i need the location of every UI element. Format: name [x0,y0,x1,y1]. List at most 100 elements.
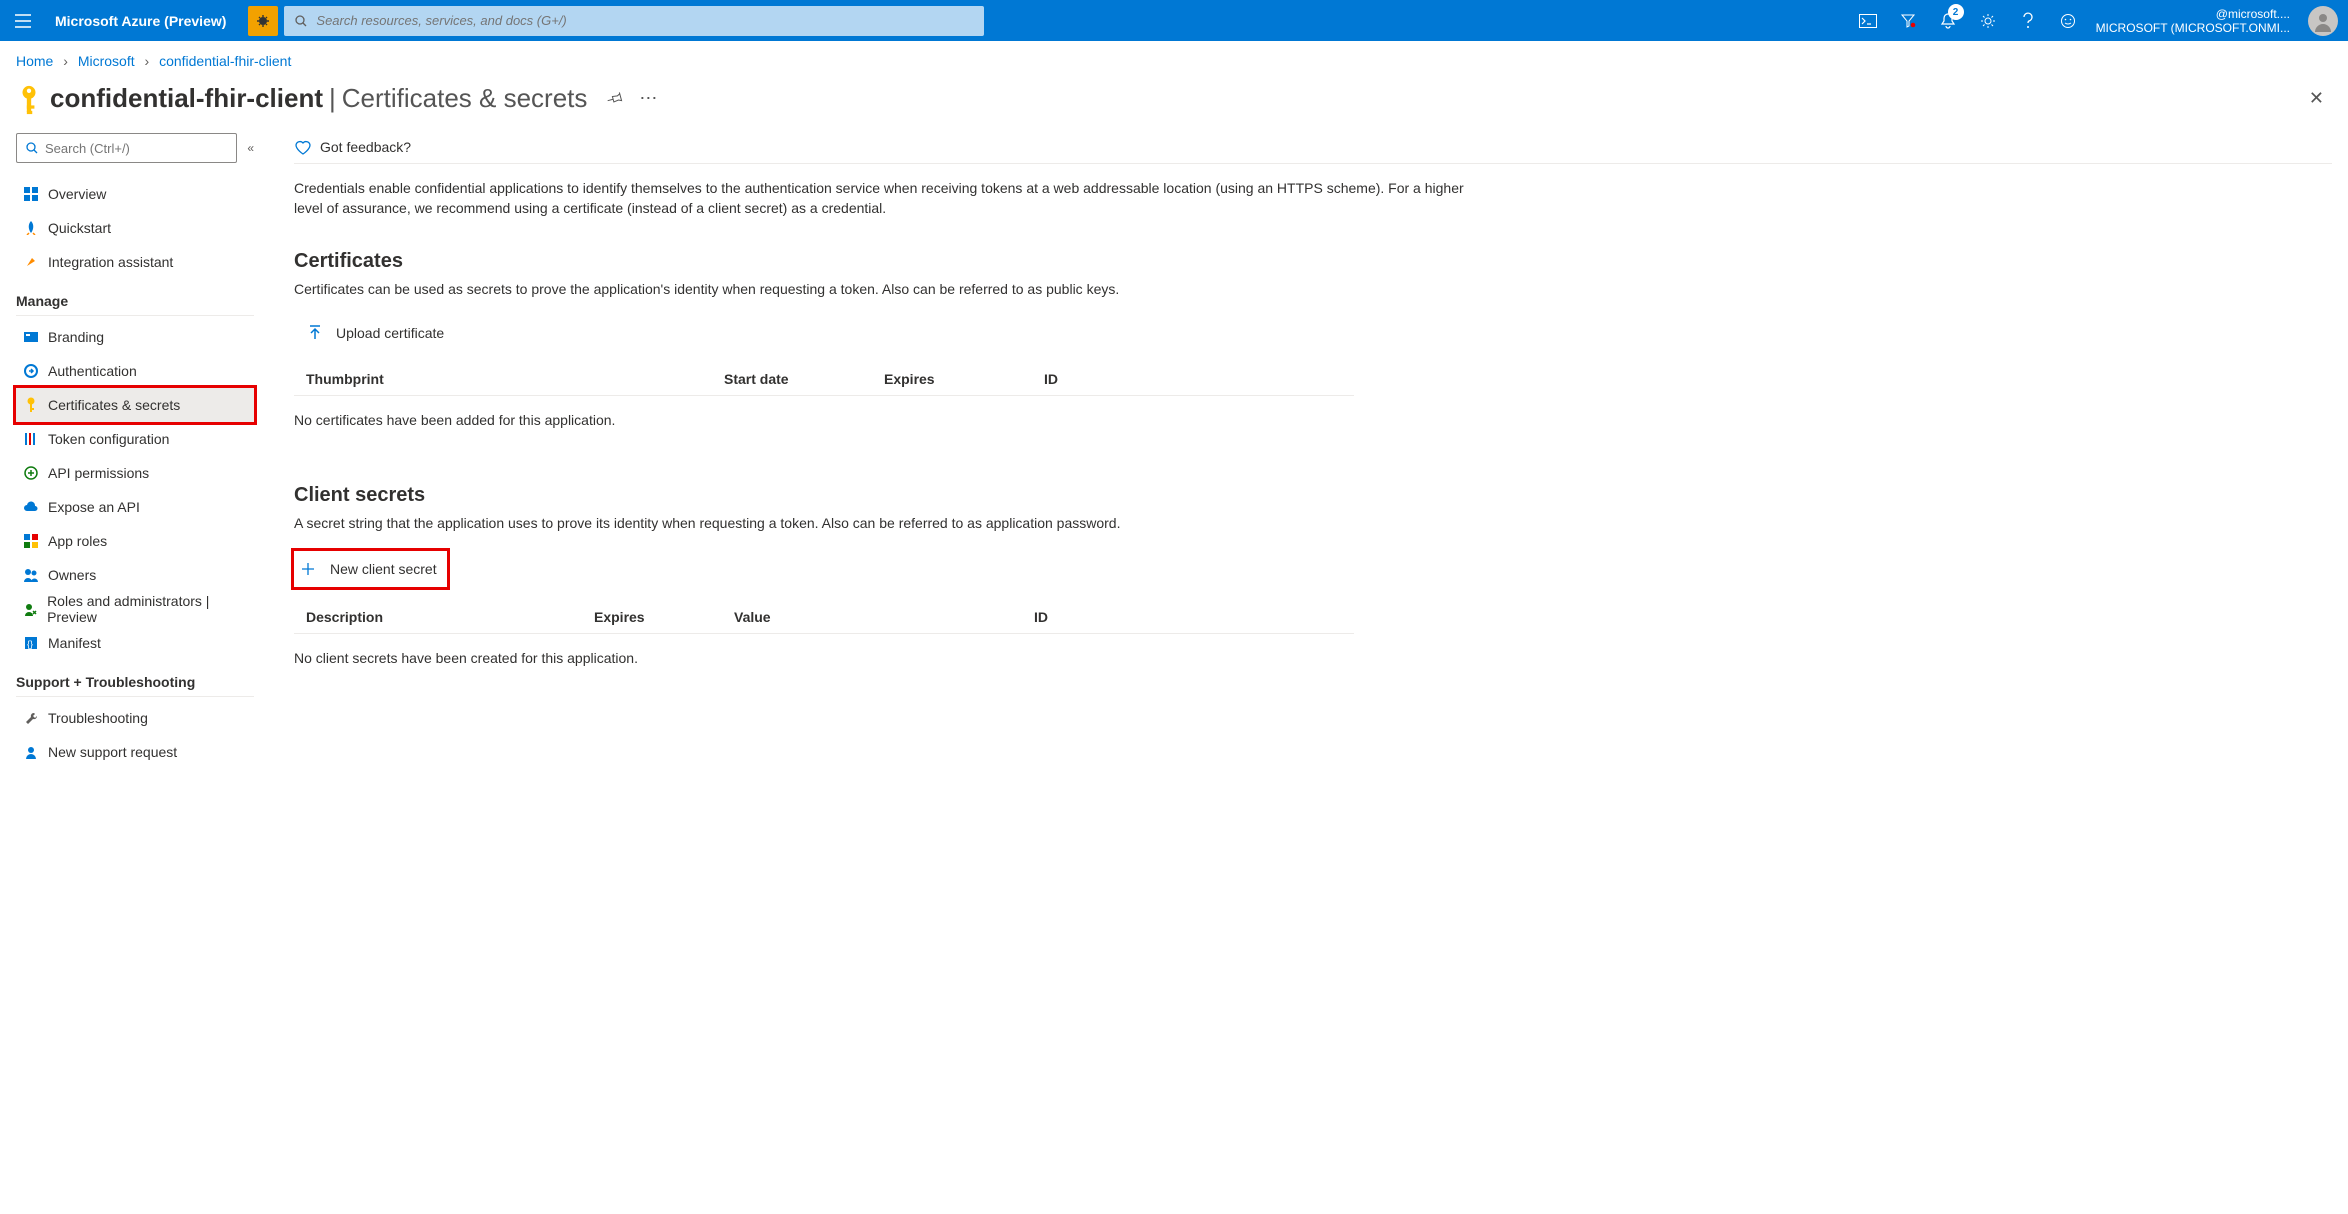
preview-bug-icon[interactable] [248,6,278,36]
global-search[interactable] [284,6,984,36]
nav-new-support-request[interactable]: New support request [16,735,254,769]
resource-sidebar: « Overview Quickstart Integration assist… [0,123,270,789]
search-icon [25,141,39,155]
nav-label: Expose an API [48,499,140,515]
cloudshell-icon [1859,14,1877,28]
svg-text:{}: {} [27,639,33,649]
nav-label: Manifest [48,635,101,651]
certificates-empty-msg: No certificates have been added for this… [294,396,2332,444]
notification-badge: 2 [1948,4,1964,20]
close-blade-button[interactable]: ✕ [2301,80,2332,117]
secrets-table-header: Description Expires Value ID [294,601,1354,634]
nav-label: Branding [48,329,104,345]
top-bar: Microsoft Azure (Preview) 2 @microsoft..… [0,0,2348,41]
breadcrumb: Home › Microsoft › confidential-fhir-cli… [0,41,2348,73]
sidebar-search[interactable] [16,133,237,163]
nav-integration-assistant[interactable]: Integration assistant [16,245,254,279]
secrets-empty-msg: No client secrets have been created for … [294,634,2332,682]
directory-filter-button[interactable] [1888,0,1928,41]
feedback-bar[interactable]: Got feedback? [294,123,2332,164]
nav-owners[interactable]: Owners [16,558,254,592]
col-id: ID [1034,609,1354,625]
notifications-button[interactable]: 2 [1928,0,1968,41]
nav-branding[interactable]: Branding [16,320,254,354]
nav-label: Certificates & secrets [48,397,180,413]
nav-label: Integration assistant [48,254,173,270]
page-title: confidential-fhir-client [50,83,323,114]
nav-roles-admins[interactable]: Roles and administrators | Preview [16,592,254,626]
smile-icon [2060,13,2076,29]
nav-certificates-secrets[interactable]: Certificates & secrets [16,388,254,422]
topbar-icon-group: 2 @microsoft.... MICROSOFT (MICROSOFT.ON… [1848,0,2348,41]
admin-icon [24,602,38,616]
col-thumbprint: Thumbprint [294,371,724,387]
page-subtitle: Certificates & secrets [342,83,588,114]
certificates-table-header: Thumbprint Start date Expires ID [294,363,1354,396]
global-search-input[interactable] [316,13,974,28]
nav-manifest[interactable]: {} Manifest [16,626,254,660]
filter-icon [1900,13,1916,29]
nav-label: New support request [48,744,177,760]
main-content: Got feedback? Credentials enable confide… [270,123,2348,789]
hamburger-menu-button[interactable] [0,0,45,41]
col-expires: Expires [594,609,734,625]
gear-icon [1980,13,1996,29]
feedback-button[interactable] [2048,0,2088,41]
nav-label: Token configuration [48,431,169,447]
nav-label: App roles [48,533,107,549]
cloud-icon [23,501,39,513]
nav-section-support: Support + Troubleshooting [16,674,254,690]
help-button[interactable] [2008,0,2048,41]
more-menu-button[interactable]: ⋯ [639,88,657,109]
nav-token-configuration[interactable]: Token configuration [16,422,254,456]
wrench-icon [24,711,38,725]
avatar-button[interactable] [2308,6,2338,36]
breadcrumb-sep: › [145,53,150,69]
col-value: Value [734,609,1034,625]
account-tenant: MICROSOFT (MICROSOFT.ONMI... [2096,21,2290,35]
help-icon [2021,12,2035,30]
certificates-desc: Certificates can be used as secrets to p… [294,281,2332,297]
owners-icon [23,568,39,582]
col-expires: Expires [884,371,1044,387]
key-icon [25,397,37,413]
upload-certificate-button[interactable]: Upload certificate [304,317,448,349]
nav-overview[interactable]: Overview [16,177,254,211]
intro-text: Credentials enable confidential applicat… [294,164,1474,232]
settings-button[interactable] [1968,0,2008,41]
nav-expose-api[interactable]: Expose an API [16,490,254,524]
sidebar-search-input[interactable] [45,141,228,156]
brand-label[interactable]: Microsoft Azure (Preview) [45,0,244,41]
breadcrumb-sep: › [63,53,68,69]
nav-api-permissions[interactable]: API permissions [16,456,254,490]
rocket-icon [24,221,38,235]
nav-app-roles[interactable]: App roles [16,524,254,558]
nav-quickstart[interactable]: Quickstart [16,211,254,245]
breadcrumb-home[interactable]: Home [16,53,53,69]
grid-icon [24,187,38,201]
col-id: ID [1044,371,1354,387]
nav-authentication[interactable]: Authentication [16,354,254,388]
certificates-heading: Certificates [294,250,2332,273]
nav-troubleshooting[interactable]: Troubleshooting [16,701,254,735]
feedback-label: Got feedback? [320,139,411,155]
roles-icon [24,534,38,548]
breadcrumb-app[interactable]: confidential-fhir-client [159,53,291,69]
pin-icon[interactable] [607,90,623,106]
search-icon [294,14,308,28]
new-client-secret-label: New client secret [330,561,437,577]
nav-label: API permissions [48,465,149,481]
collapse-sidebar-button[interactable]: « [247,141,254,155]
avatar-icon [2312,10,2334,32]
cloud-shell-button[interactable] [1848,0,1888,41]
breadcrumb-microsoft[interactable]: Microsoft [78,53,135,69]
account-email: @microsoft.... [2216,7,2290,21]
upload-certificate-label: Upload certificate [336,325,444,341]
upload-icon [308,325,322,341]
client-secrets-heading: Client secrets [294,484,2332,507]
account-info[interactable]: @microsoft.... MICROSOFT (MICROSOFT.ONMI… [2088,7,2298,35]
new-client-secret-button[interactable]: New client secret [296,553,441,585]
plus-icon [300,561,316,577]
auth-icon [24,364,38,378]
heart-icon [294,139,312,155]
